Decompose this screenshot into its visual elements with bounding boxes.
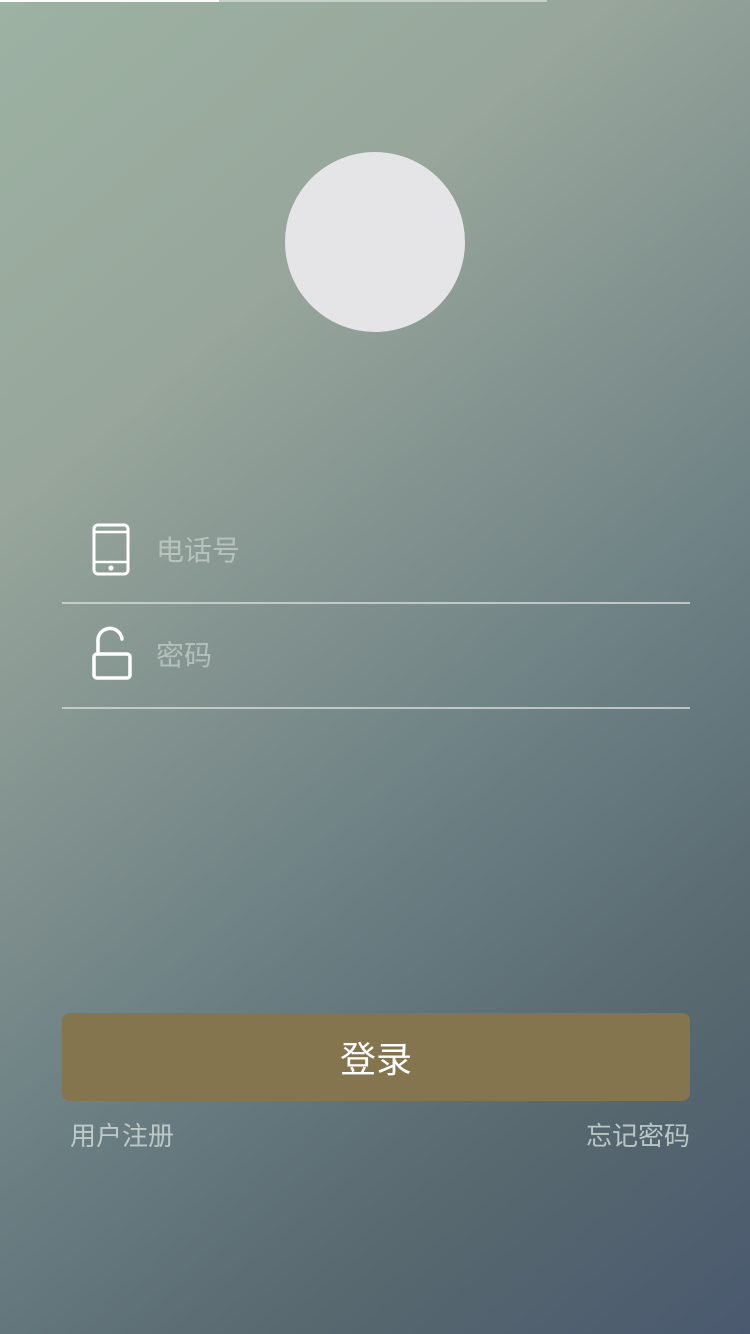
mobile-phone-icon xyxy=(90,522,134,578)
password-input[interactable] xyxy=(156,633,656,677)
avatar[interactable] xyxy=(285,152,465,332)
top-loading-bar-fill xyxy=(0,0,219,2)
phone-field xyxy=(62,500,690,604)
password-field xyxy=(62,605,690,709)
register-link[interactable]: 用户注册 xyxy=(70,1116,174,1153)
top-loading-bar xyxy=(0,0,547,2)
phone-input[interactable] xyxy=(156,528,656,572)
login-button[interactable]: 登录 xyxy=(62,1013,690,1101)
forgot-password-link[interactable]: 忘记密码 xyxy=(586,1116,690,1153)
unlocked-padlock-icon xyxy=(90,625,134,681)
